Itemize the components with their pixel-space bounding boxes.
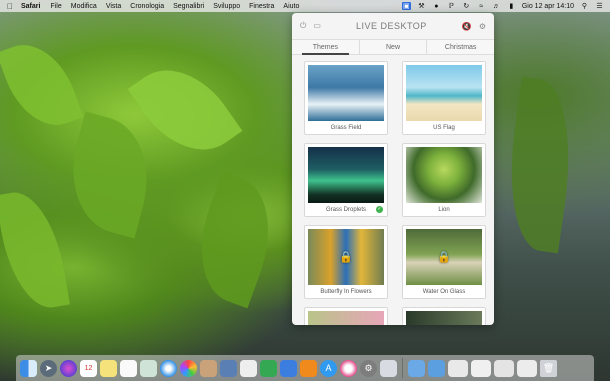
tab-christmas[interactable]: Christmas — [427, 40, 494, 54]
keynote-icon[interactable] — [280, 359, 297, 377]
panel-header: ⏻ ▭ LIVE DESKTOP 🔇 ⚙ — [292, 13, 494, 39]
theme-card-partial[interactable] — [304, 307, 388, 325]
user-icon[interactable]: ● — [432, 2, 441, 10]
theme-label: Lion — [438, 207, 450, 213]
theme-card-grass-droplets[interactable]: Grass Droplets ✓ — [304, 143, 388, 217]
battery-icon[interactable]: ▮ — [507, 2, 516, 10]
lock-icon: 🔒 — [437, 251, 451, 264]
live-desktop-panel: ⏻ ▭ LIVE DESKTOP 🔇 ⚙ Themes New Christma… — [292, 13, 494, 325]
screenshot-icon[interactable] — [380, 359, 397, 377]
lock-icon: 🔒 — [339, 251, 353, 264]
spotlight-icon[interactable]: ⚲ — [580, 2, 589, 10]
apple-icon[interactable]:  — [7, 2, 13, 11]
wifi-icon[interactable]: ≈ — [477, 2, 486, 10]
theme-label: Butterfly In Flowers — [320, 289, 372, 295]
calendar-icon[interactable]: 12 — [80, 359, 97, 377]
ibooks-icon[interactable] — [300, 359, 317, 377]
notes-icon[interactable] — [100, 359, 117, 377]
menu-app-name[interactable]: Safari — [21, 3, 40, 10]
theme-label: Water On Glass — [422, 289, 466, 295]
theme-label: US Flag — [433, 125, 455, 131]
folder-icon[interactable] — [408, 359, 425, 377]
theme-card-us-flag[interactable]: US Flag — [402, 61, 486, 135]
preview-icon[interactable] — [140, 359, 157, 377]
menu-clock[interactable]: Gio 12 apr 14:10 — [522, 3, 574, 10]
window-thumbnail[interactable] — [448, 359, 468, 377]
mute-icon[interactable]: 🔇 — [462, 22, 472, 31]
image-capture-icon[interactable] — [220, 359, 237, 377]
panel-tabs: Themes New Christmas — [292, 39, 494, 55]
dock-separator — [402, 358, 403, 378]
numbers-icon[interactable] — [260, 359, 277, 377]
contacts-icon[interactable] — [200, 359, 217, 377]
dock: ➤ 12 A ⚙ 🗑 — [16, 355, 594, 381]
trash-icon[interactable]: 🗑 — [540, 359, 557, 377]
tools-icon[interactable]: ⚒ — [417, 2, 426, 10]
theme-thumbnail — [308, 147, 384, 203]
menu-segnalibri[interactable]: Segnalibri — [173, 3, 204, 10]
menu-modifica[interactable]: Modifica — [71, 3, 97, 10]
power-icon[interactable]: ⏻ — [300, 21, 306, 31]
downloads-folder-icon[interactable] — [428, 359, 445, 377]
window-thumbnail[interactable] — [471, 359, 491, 377]
menu-finestra[interactable]: Finestra — [249, 3, 274, 10]
siri-icon[interactable] — [60, 359, 77, 377]
background-leaf — [127, 48, 243, 172]
reminders-icon[interactable] — [120, 359, 137, 377]
background-leaf — [0, 186, 71, 314]
menu-file[interactable]: File — [50, 3, 61, 10]
theme-card-lion[interactable]: Lion — [402, 143, 486, 217]
monitor-icon[interactable]: ▭ — [313, 21, 321, 31]
window-thumbnail[interactable] — [494, 359, 514, 377]
theme-label: Grass Field — [330, 125, 362, 131]
panel-title: LIVE DESKTOP — [355, 21, 427, 31]
tab-themes[interactable]: Themes — [292, 40, 360, 55]
theme-thumbnail — [406, 311, 482, 325]
system-preferences-icon[interactable]: ⚙ — [360, 359, 377, 377]
safari-icon[interactable] — [160, 359, 177, 377]
theme-thumbnail — [406, 147, 482, 203]
theme-thumbnail: 🔒 — [308, 229, 384, 285]
tab-new[interactable]: New — [360, 40, 428, 54]
theme-thumbnail — [406, 65, 482, 121]
background-leaf — [57, 111, 163, 239]
notification-center-icon[interactable]: ☰ — [595, 2, 604, 10]
textedit-icon[interactable] — [240, 359, 257, 377]
launchpad-icon[interactable]: ➤ — [40, 359, 57, 377]
menu-sviluppo[interactable]: Sviluppo — [213, 3, 240, 10]
timemachine-icon[interactable]: ↻ — [462, 2, 471, 10]
photos-icon[interactable] — [180, 359, 197, 377]
finder-icon[interactable] — [20, 359, 37, 377]
menu-aiuto[interactable]: Aiuto — [283, 3, 299, 10]
volume-icon[interactable]: ♬ — [492, 2, 501, 10]
settings-icon[interactable]: ⚙ — [479, 22, 486, 31]
window-thumbnail[interactable] — [517, 359, 537, 377]
theme-thumbnail — [308, 65, 384, 121]
menu-vista[interactable]: Vista — [106, 3, 121, 10]
theme-label: Grass Droplets — [325, 207, 366, 213]
menu-extras: ▣ ⚒ ● ℙ ↻ ≈ ♬ ▮ Gio 12 apr 14:10 ⚲ ☰ — [401, 0, 604, 12]
app-store-icon[interactable]: A — [320, 359, 337, 377]
theme-card-partial[interactable] — [402, 307, 486, 325]
bluetooth-icon[interactable]: ℙ — [447, 2, 456, 10]
theme-card-butterfly-in-flowers[interactable]: 🔒 Butterfly In Flowers — [304, 225, 388, 299]
background-leaf — [181, 171, 289, 309]
background-leaf — [498, 76, 582, 254]
theme-grid: Grass Field US Flag Grass Droplets ✓ Lio… — [292, 55, 494, 325]
menu-cronologia[interactable]: Cronologia — [130, 3, 164, 10]
menu-bar:  Safari File Modifica Vista Cronologia … — [0, 0, 610, 12]
live-desktop-icon[interactable]: ▣ — [401, 2, 411, 10]
theme-thumbnail — [308, 311, 384, 325]
itunes-icon[interactable] — [340, 359, 357, 377]
background-leaf — [0, 32, 84, 138]
theme-thumbnail: 🔒 — [406, 229, 482, 285]
selected-check-icon: ✓ — [376, 206, 383, 213]
theme-card-water-on-glass[interactable]: 🔒 Water On Glass — [402, 225, 486, 299]
theme-card-grass-field[interactable]: Grass Field — [304, 61, 388, 135]
